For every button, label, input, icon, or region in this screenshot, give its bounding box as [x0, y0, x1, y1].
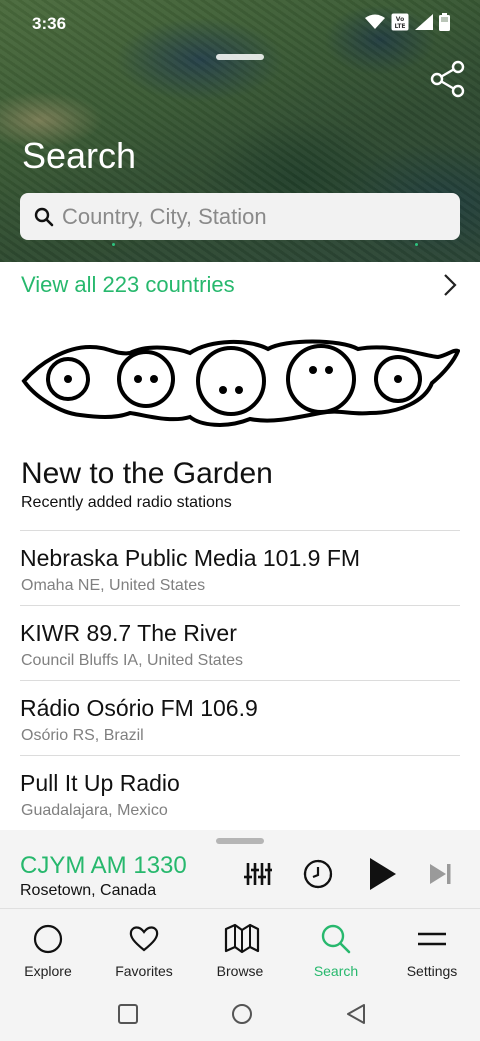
play-button[interactable]: [366, 856, 398, 892]
station-list: Nebraska Public Media 101.9 FM Omaha NE,…: [20, 530, 460, 830]
equalizer-button[interactable]: [244, 860, 272, 888]
now-playing-location: Rosetown, Canada: [20, 882, 157, 899]
wifi-icon: [365, 14, 385, 30]
status-bar: 3:36 Vo LTE: [0, 0, 480, 50]
sleep-timer-button[interactable]: [302, 858, 334, 890]
station-list-item[interactable]: KIWR 89.7 The River Council Bluffs IA, U…: [20, 605, 460, 680]
view-all-label: View all 223 countries: [21, 272, 235, 297]
map-marker-dot: [415, 243, 418, 246]
station-name: KIWR 89.7 The River: [20, 620, 237, 646]
play-icon: [370, 858, 396, 890]
nav-item-favorites[interactable]: Favorites: [96, 909, 192, 989]
nav-label: Search: [313, 963, 359, 979]
search-box[interactable]: [20, 193, 460, 240]
nav-label: Settings: [406, 963, 458, 979]
station-location: Council Bluffs IA, United States: [21, 652, 244, 669]
nav-item-explore[interactable]: Explore: [0, 909, 96, 989]
station-location: Omaha NE, United States: [21, 577, 206, 594]
map-marker-dot: [112, 243, 115, 246]
station-list-item[interactable]: Rádio Osório FM 106.9 Osório RS, Brazil: [20, 680, 460, 755]
nav-item-browse[interactable]: Browse: [192, 909, 288, 989]
square-icon: [118, 1004, 138, 1024]
share-button[interactable]: [428, 60, 466, 98]
map-icon: [224, 923, 260, 955]
nav-label: Explore: [24, 963, 72, 979]
home-button[interactable]: [230, 1002, 254, 1026]
battery-icon: [439, 13, 450, 31]
nav-label: Favorites: [115, 963, 173, 979]
station-location: Guadalajara, Mexico: [21, 802, 168, 819]
station-list-item[interactable]: Nebraska Public Media 101.9 FM Omaha NE,…: [20, 530, 460, 605]
volte-icon: Vo LTE: [391, 13, 409, 31]
back-triangle-icon: [347, 1004, 365, 1024]
section-subtitle: Recently added radio stations: [21, 494, 232, 511]
bottom-navigation: Explore Favorites Browse Search Settings: [0, 908, 480, 988]
status-time: 3:36: [32, 14, 67, 33]
nav-item-settings[interactable]: Settings: [384, 909, 480, 989]
page-title: Search: [22, 135, 137, 176]
garden-peapod-logo: [20, 333, 461, 433]
search-icon: [34, 207, 54, 227]
section-title: New to the Garden: [21, 457, 273, 490]
svg-text:LTE: LTE: [394, 23, 405, 30]
station-location: Osório RS, Brazil: [21, 727, 144, 744]
system-navigation-bar: [0, 988, 480, 1041]
station-name: Rádio Osório FM 106.9: [20, 695, 258, 721]
skip-next-button[interactable]: [428, 862, 452, 886]
skip-next-icon: [430, 864, 451, 884]
search-input[interactable]: [62, 193, 452, 240]
circle-icon: [32, 923, 64, 955]
header-map-background: 3:36 Vo LTE Search: [0, 0, 480, 262]
nav-label: Browse: [216, 963, 264, 979]
now-playing-station: CJYM AM 1330: [20, 852, 187, 879]
chevron-right-icon: [440, 272, 460, 298]
recent-apps-button[interactable]: [116, 1002, 140, 1026]
station-list-item[interactable]: Pull It Up Radio Guadalajara, Mexico: [20, 755, 460, 830]
sheet-drag-handle[interactable]: [216, 54, 264, 60]
view-all-countries-link[interactable]: View all 223 countries: [0, 262, 480, 308]
station-name: Pull It Up Radio: [20, 770, 180, 796]
player-drag-handle[interactable]: [216, 838, 264, 844]
status-icons: Vo LTE: [365, 13, 450, 31]
menu-icon: [416, 923, 448, 955]
back-button[interactable]: [344, 1002, 368, 1026]
share-icon: [430, 60, 465, 98]
heart-icon: [128, 923, 160, 955]
equalizer-icon: [244, 863, 272, 885]
station-name: Nebraska Public Media 101.9 FM: [20, 545, 361, 571]
circle-icon: [232, 1004, 252, 1024]
search-icon: [320, 923, 352, 955]
signal-icon: [415, 14, 433, 30]
mini-player[interactable]: CJYM AM 1330 Rosetown, Canada: [0, 830, 480, 908]
svg-text:Vo: Vo: [396, 16, 404, 23]
timer-icon: [303, 859, 333, 889]
nav-item-search[interactable]: Search: [288, 909, 384, 989]
